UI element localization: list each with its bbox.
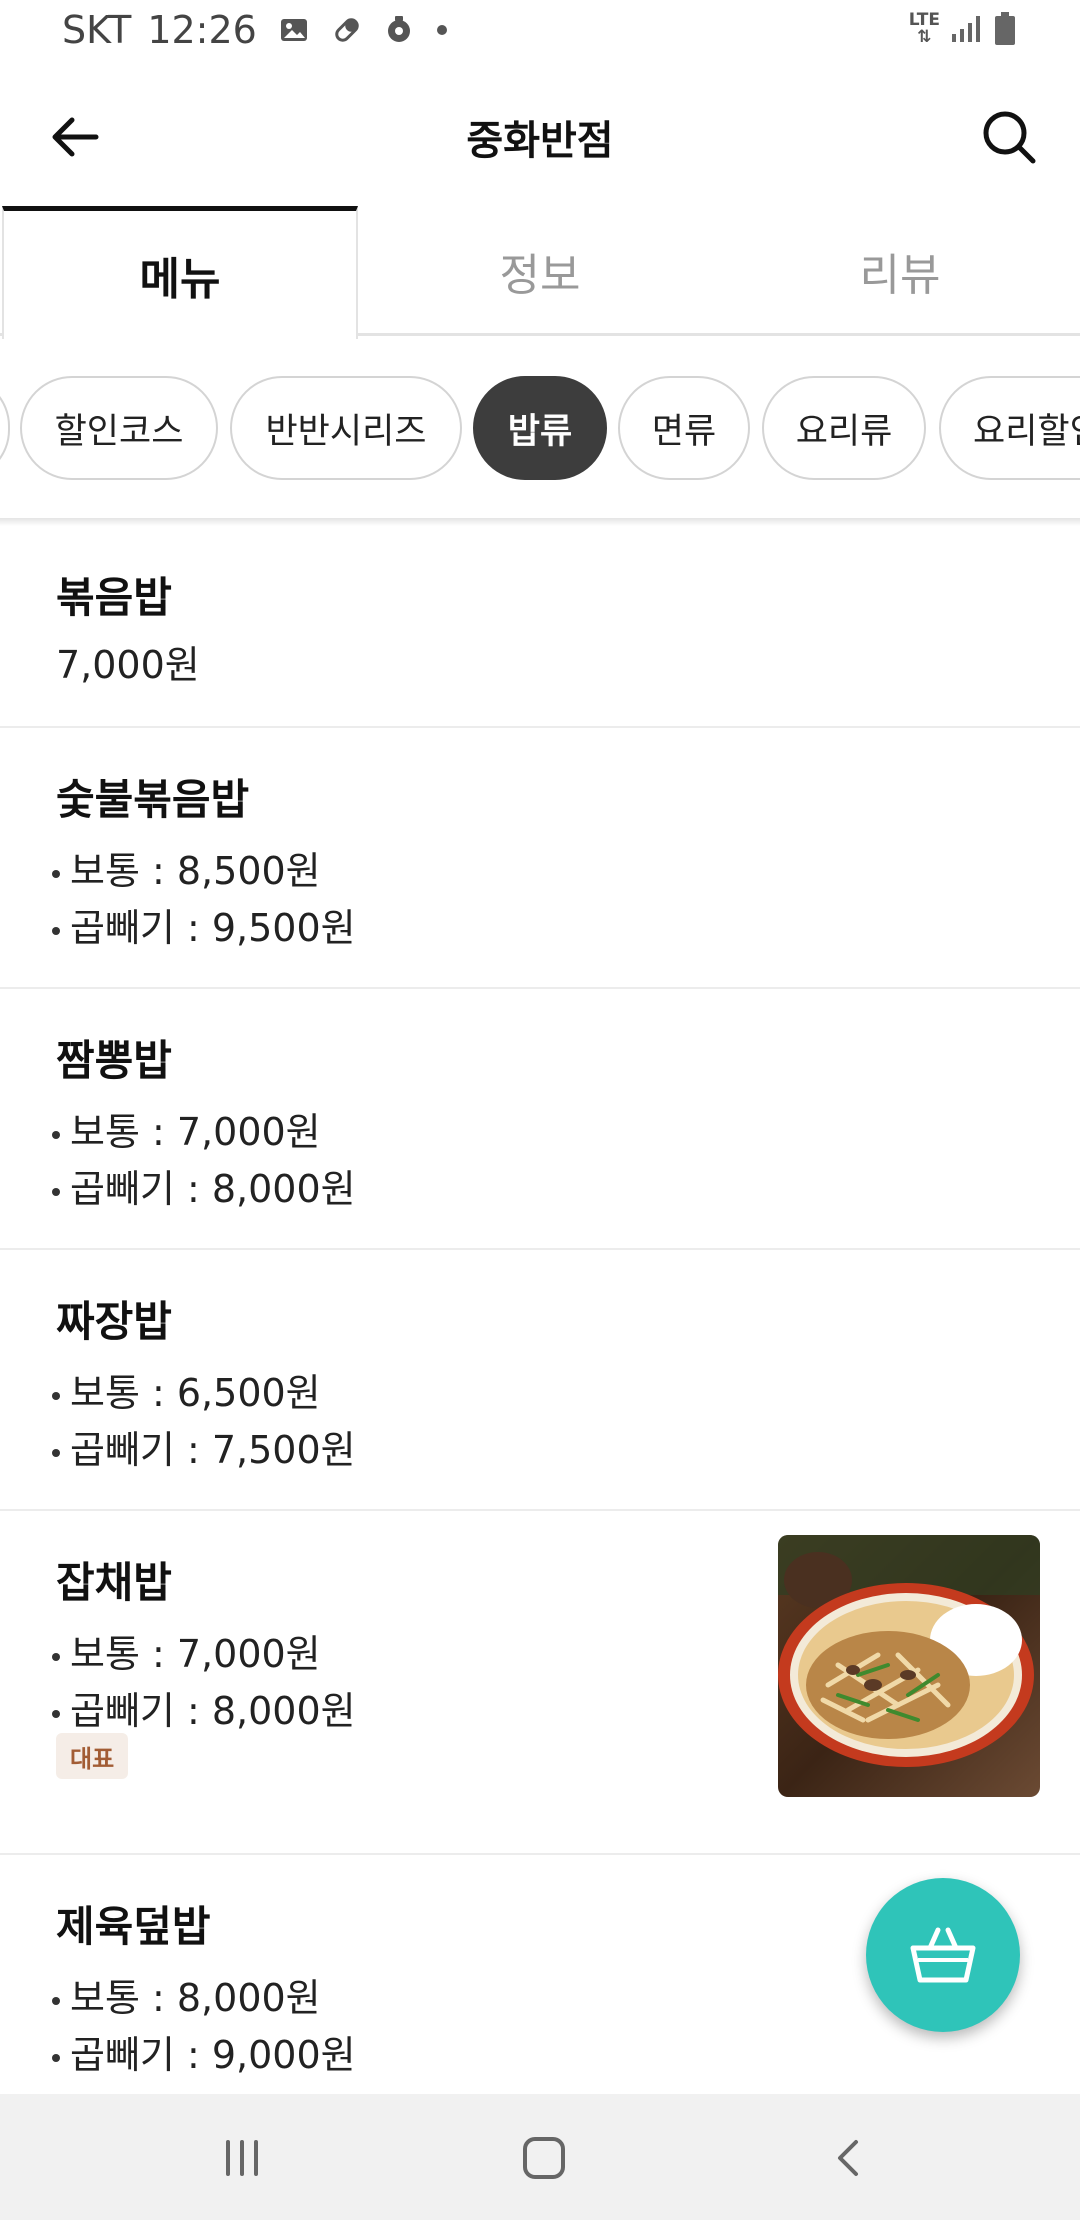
category-chips: 할인코스 반반시리즈 밥류 면류 요리류 요리할인 — [0, 336, 1080, 520]
page-title: 중화반점 — [466, 118, 614, 164]
category-chip-noodles[interactable]: 면류 — [618, 376, 750, 480]
recent-apps-icon — [226, 2140, 258, 2176]
home-icon — [523, 2137, 565, 2179]
menu-item-price: 7,000원 — [56, 643, 200, 687]
menu-item-name: 숯불볶음밥 — [56, 775, 250, 824]
pill-icon — [335, 18, 359, 42]
menu-option: 보통 : 8,000원 — [52, 1967, 321, 2022]
menu-option-text: 곱빼기 : 8,000원 — [70, 1167, 356, 1211]
system-nav-bar — [0, 2094, 1080, 2220]
status-bar: SKT 12:26 LTE ⇅ — [0, 0, 1080, 66]
menu-item[interactable]: 짜장밥 보통 : 6,500원 곱빼기 : 7,500원 — [0, 1250, 1080, 1511]
search-icon — [983, 111, 1036, 164]
bullet-icon — [52, 1996, 60, 2005]
menu-option-text: 보통 : 8,500원 — [70, 849, 321, 893]
home-button[interactable] — [514, 2132, 574, 2184]
tab-info[interactable]: 정보 — [360, 206, 720, 336]
bullet-icon — [52, 1130, 60, 1139]
menu-item-photo[interactable] — [778, 1535, 1040, 1797]
cart-button[interactable] — [866, 1878, 1020, 2032]
bullet-icon — [52, 1391, 60, 1400]
app-bar: 중화반점 — [0, 66, 1080, 206]
menu-item[interactable]: 잡채밥 보통 : 7,000원 곱빼기 : 8,000원 대표 — [0, 1511, 1080, 1855]
menu-item-name: 짬뽕밥 — [56, 1036, 172, 1085]
status-right: LTE ⇅ — [909, 12, 1016, 46]
menu-option: 곱빼기 : 9,500원 — [52, 897, 356, 952]
menu-option-text: 보통 : 7,000원 — [70, 1632, 321, 1676]
tab-reviews[interactable]: 리뷰 — [720, 206, 1080, 336]
menu-item[interactable]: 짬뽕밥 보통 : 7,000원 곱빼기 : 8,000원 — [0, 989, 1080, 1250]
menu-option: 곱빼기 : 9,000원 — [52, 2024, 356, 2079]
bullet-icon — [52, 1187, 60, 1196]
bullet-icon — [52, 2053, 60, 2062]
category-chip-dish-discount[interactable]: 요리할인 — [939, 376, 1080, 480]
menu-option-text: 보통 : 8,000원 — [70, 1976, 321, 2020]
tab-bar: 메뉴 정보 리뷰 — [0, 206, 1080, 339]
menu-item-name: 짜장밥 — [56, 1297, 172, 1346]
menu-option-text: 곱빼기 : 9,500원 — [70, 906, 356, 950]
bullet-icon — [52, 869, 60, 878]
menu-item-name: 잡채밥 — [56, 1558, 172, 1607]
menu-option: 보통 : 6,500원 — [52, 1362, 321, 1417]
food-photo — [778, 1535, 1040, 1797]
menu-option-text: 보통 : 7,000원 — [70, 1110, 321, 1154]
menu-option: 곱빼기 : 8,000원 — [52, 1680, 356, 1735]
bullet-icon — [52, 926, 60, 935]
battery-icon — [995, 12, 1015, 45]
bullet-icon — [52, 1448, 60, 1457]
signal-icon — [952, 16, 980, 42]
notification-icons — [279, 14, 449, 46]
menu-item[interactable]: 볶음밥 7,000원 — [0, 526, 1080, 728]
menu-item-name: 제육덮밥 — [56, 1902, 211, 1951]
menu-option: 곱빼기 : 8,000원 — [52, 1158, 356, 1213]
signature-badge: 대표 — [56, 1733, 129, 1779]
lte-indicator: LTE ⇅ — [908, 10, 940, 47]
basket-icon — [910, 1927, 976, 1983]
menu-option-text: 곱빼기 : 8,000원 — [70, 1689, 356, 1733]
image-icon — [280, 19, 307, 41]
nav-back-button[interactable] — [818, 2132, 878, 2184]
menu-option-text: 보통 : 6,500원 — [70, 1371, 321, 1415]
menu-option: 보통 : 7,000원 — [52, 1101, 321, 1156]
clock: 12:26 — [147, 8, 257, 52]
category-chip-half-series[interactable]: 반반시리즈 — [230, 376, 462, 480]
bullet-icon — [52, 1709, 60, 1718]
menu-item-name: 볶음밥 — [56, 573, 172, 622]
chips-divider — [0, 518, 1080, 526]
menu-item[interactable]: 숯불볶음밥 보통 : 8,500원 곱빼기 : 9,500원 — [0, 728, 1080, 989]
status-left: SKT 12:26 — [62, 8, 449, 52]
bullet-icon — [52, 1652, 60, 1661]
menu-option-text: 곱빼기 : 9,000원 — [70, 2033, 356, 2077]
category-chip-rice[interactable]: 밥류 — [473, 376, 607, 480]
category-chip-discount-course[interactable]: 할인코스 — [20, 376, 218, 480]
tab-menu[interactable]: 메뉴 — [2, 206, 358, 339]
menu-option: 곱빼기 : 7,500원 — [52, 1419, 356, 1474]
recent-apps-button[interactable] — [212, 2132, 272, 2184]
menu-option: 보통 : 8,500원 — [52, 840, 321, 895]
menu-list: 볶음밥 7,000원 숯불볶음밥 보통 : 8,500원 곱빼기 : 9,500… — [0, 526, 1080, 2115]
network-label: LTE — [908, 10, 940, 30]
menu-option: 보통 : 7,000원 — [52, 1623, 321, 1678]
dot-icon — [436, 25, 447, 35]
carrier-label: SKT — [62, 8, 132, 52]
category-chip-hidden[interactable] — [0, 376, 10, 480]
category-chip-dishes[interactable]: 요리류 — [762, 376, 926, 480]
back-icon — [838, 2140, 858, 2176]
menu-option-text: 곱빼기 : 7,500원 — [70, 1428, 356, 1472]
search-button[interactable] — [978, 106, 1040, 168]
location-icon — [387, 16, 410, 42]
